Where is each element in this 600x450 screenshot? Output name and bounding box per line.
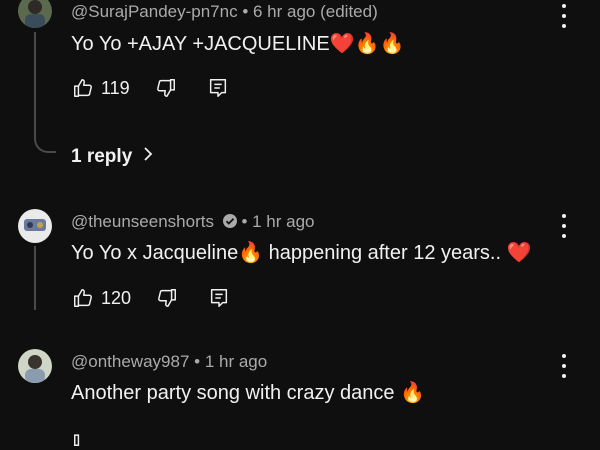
comment-time: • 1 hr ago (241, 212, 315, 231)
comment-menu-button[interactable] (556, 4, 572, 28)
thumbs-up-icon[interactable] (71, 425, 95, 449)
comment-actions (71, 424, 95, 450)
comment-menu-button[interactable] (556, 214, 572, 238)
comment-meta: @ontheway987 • 1 hr ago (71, 352, 267, 372)
thumbs-down-icon[interactable] (154, 76, 178, 100)
comment-meta: @SurajPandey-pn7nc • 6 hr ago (edited) (71, 2, 378, 22)
reply-thread-line (34, 32, 36, 135)
verified-badge-icon (222, 214, 237, 228)
comment-text: Yo Yo +AJAY +JACQUELINE❤️🔥🔥 (71, 33, 405, 55)
reply-comment-icon[interactable] (206, 76, 230, 100)
comment-actions: 120 (71, 285, 231, 311)
comment-author[interactable]: @SurajPandey-pn7nc (71, 2, 238, 21)
chevron-right-icon (142, 146, 154, 168)
view-replies-button[interactable]: 1 reply (71, 146, 154, 168)
thumbs-up-icon[interactable] (71, 76, 95, 100)
reply-comment-icon[interactable] (207, 286, 231, 310)
comment-time: • 6 hr ago (edited) (242, 2, 378, 21)
more-vertical-icon (562, 354, 566, 358)
replies-label: 1 reply (71, 146, 133, 167)
more-vertical-icon (562, 4, 566, 8)
comment-author[interactable]: @theunseenshorts (71, 212, 214, 231)
comment-meta: @theunseenshorts • 1 hr ago (71, 212, 315, 232)
thumbs-up-icon[interactable] (71, 286, 95, 310)
avatar[interactable] (18, 209, 52, 243)
comment-text: Another party song with crazy dance 🔥 (71, 382, 425, 404)
comment-menu-button[interactable] (556, 354, 572, 378)
more-vertical-icon (562, 214, 566, 218)
reply-thread-curve (34, 135, 56, 153)
like-count: 120 (101, 287, 132, 308)
comment-time: • 1 hr ago (194, 352, 268, 371)
avatar[interactable] (18, 349, 52, 383)
comment-text: Yo Yo x Jacqueline🔥 happening after 12 y… (71, 242, 532, 264)
reply-thread-line (34, 246, 36, 310)
comment-actions: 119 (71, 75, 230, 101)
avatar[interactable] (18, 0, 52, 28)
like-count: 119 (101, 77, 130, 98)
comment-author[interactable]: @ontheway987 (71, 352, 189, 371)
thumbs-down-icon[interactable] (155, 286, 179, 310)
